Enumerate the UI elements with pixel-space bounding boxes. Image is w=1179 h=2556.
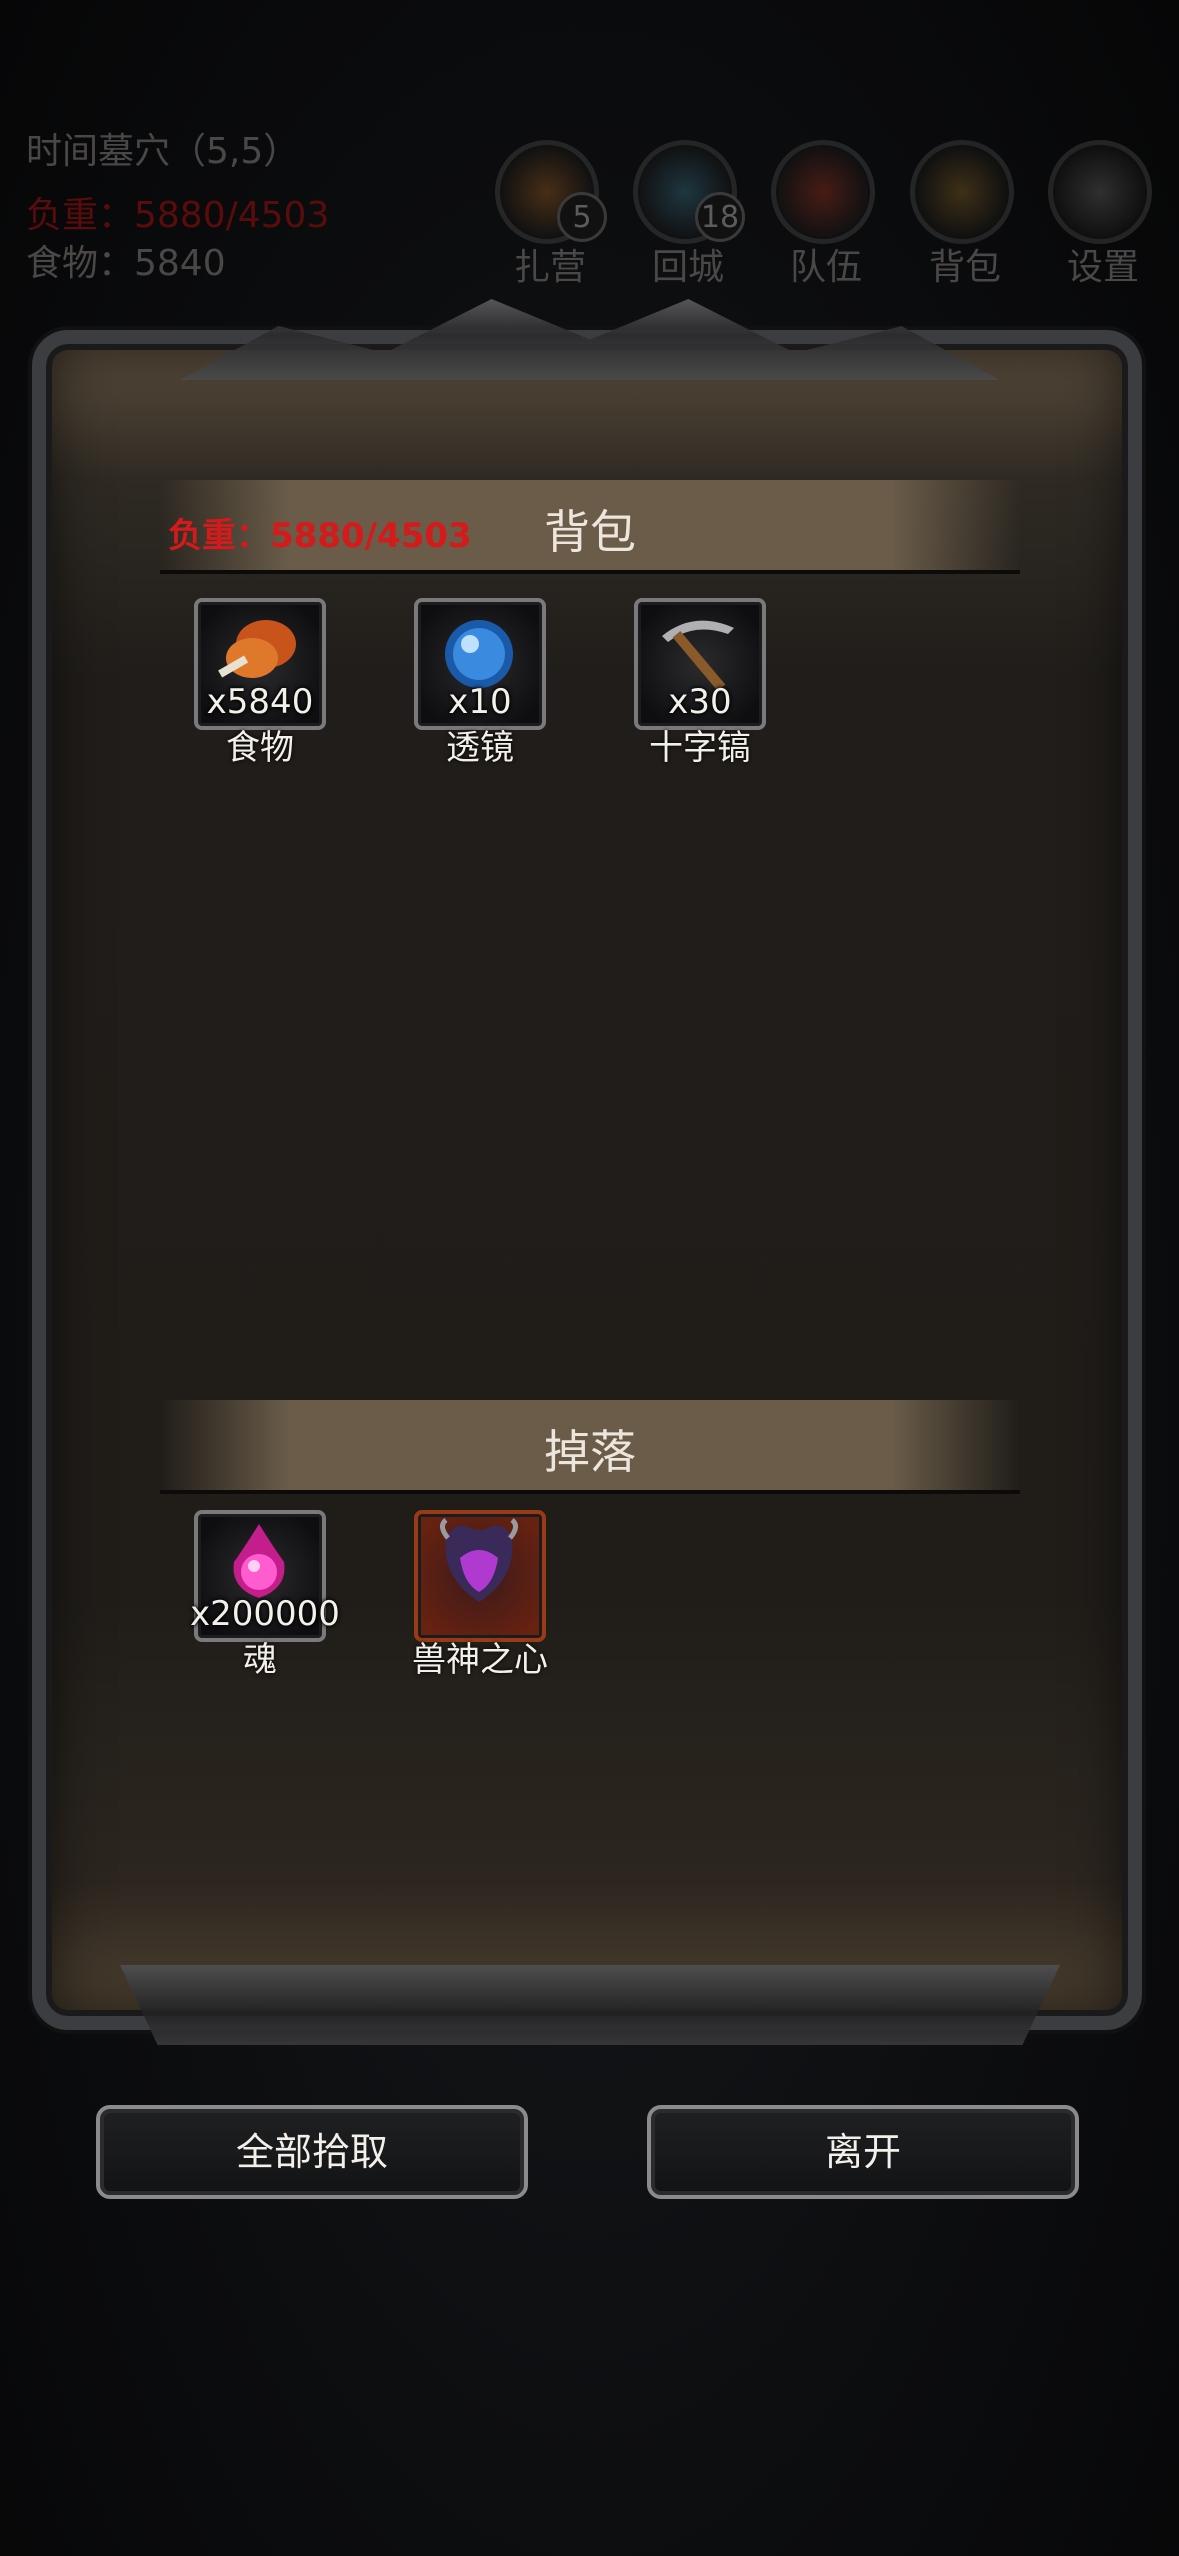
backpack-label: 背包 — [928, 247, 1001, 288]
panel-foot-ornament — [120, 1965, 1060, 2045]
pickup-all-button[interactable]: 全部拾取 — [96, 2105, 528, 2199]
bag-header: 负重：5880/4503 背包 — [160, 480, 1020, 574]
location-label: 时间墓穴（5,5） — [26, 131, 300, 172]
item-count: x10 — [448, 682, 512, 722]
camp-count-badge: 5 — [557, 192, 607, 242]
team-label: 队伍 — [789, 247, 862, 288]
beast-heart-icon — [440, 1518, 518, 1602]
item-name: 食物 — [226, 728, 294, 768]
bag-item-lens[interactable]: x10 透镜 — [410, 598, 550, 768]
item-name: 透镜 — [446, 728, 514, 768]
item-name: 十字镐 — [649, 728, 751, 768]
return-label: 回城 — [651, 247, 724, 288]
gear-icon — [1048, 140, 1152, 244]
team-icon — [771, 140, 875, 244]
item-name: 兽神之心 — [412, 1640, 548, 1680]
item-name: 魂 — [243, 1640, 277, 1680]
food-status: 食物：5840 — [26, 243, 226, 284]
bag-title: 背包 — [544, 505, 636, 559]
backpack-button[interactable]: 背包 — [910, 140, 1020, 288]
bag-item-pickaxe[interactable]: x30 十字镐 — [630, 598, 770, 768]
settings-label: 设置 — [1066, 247, 1139, 288]
loot-panel — [32, 330, 1142, 2030]
return-town-button[interactable]: 18 回城 — [633, 140, 745, 288]
camp-label: 扎营 — [513, 247, 586, 288]
item-count: x200000 — [190, 1594, 340, 1634]
bag-item-food[interactable]: x5840 食物 — [190, 598, 330, 768]
item-count: x30 — [668, 682, 732, 722]
camp-button[interactable]: 5 扎营 — [495, 140, 607, 288]
drop-item-soul[interactable]: x200000 魂 — [190, 1510, 340, 1680]
weight-status: 负重：5880/4503 — [26, 195, 330, 236]
drop-item-beast-heart[interactable]: 兽神之心 — [410, 1510, 550, 1680]
item-count: x5840 — [206, 682, 314, 722]
drops-header: 掉落 — [160, 1400, 1020, 1494]
settings-button[interactable]: 设置 — [1048, 140, 1158, 288]
leave-button[interactable]: 离开 — [647, 2105, 1079, 2199]
backpack-icon — [910, 140, 1014, 244]
return-count-badge: 18 — [695, 192, 745, 242]
team-button[interactable]: 队伍 — [771, 140, 881, 288]
drops-title: 掉落 — [544, 1425, 636, 1479]
